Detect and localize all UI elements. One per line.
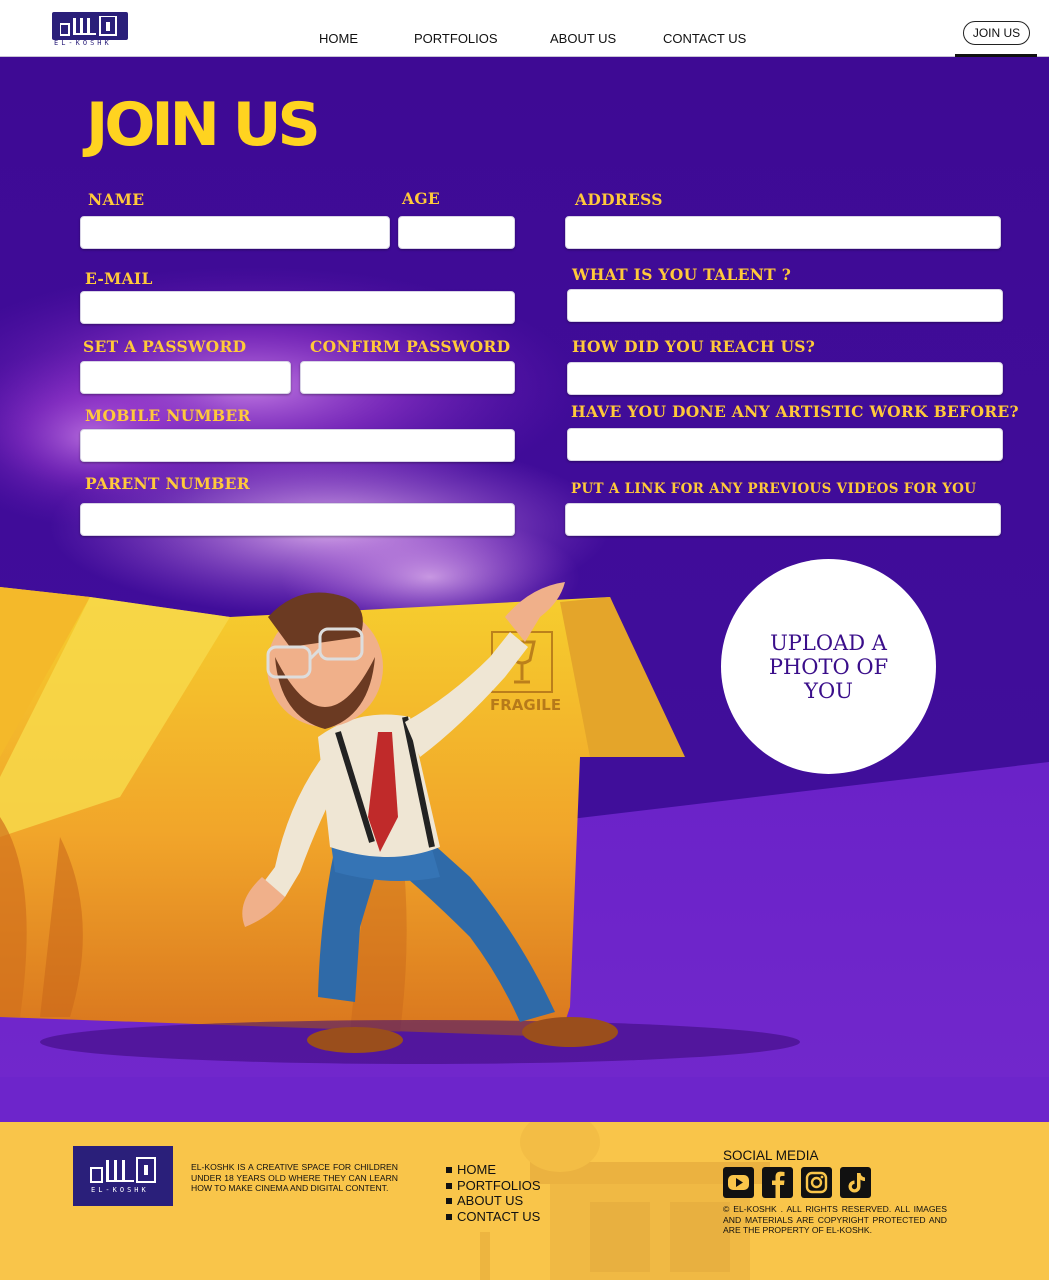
nav-about-us[interactable]: ABOUT US: [550, 31, 616, 46]
artistic-work-label: HAVE YOU DONE ANY ARTISTIC WORK BEFORE?: [571, 402, 1019, 421]
parent-number-label: PARENT NUMBER: [85, 474, 250, 493]
upload-photo-button[interactable]: UPLOAD A PHOTO OF YOU: [721, 559, 936, 774]
social-icons: [723, 1167, 871, 1198]
email-input[interactable]: [80, 291, 515, 324]
address-input[interactable]: [565, 216, 1001, 249]
mobile-input[interactable]: [80, 429, 515, 462]
instagram-icon[interactable]: [801, 1167, 832, 1198]
parent-number-input[interactable]: [80, 503, 515, 536]
footer-nav-portfolios[interactable]: PORTFOLIOS: [446, 1178, 541, 1194]
footer-about-text: EL-KOSHK IS A CREATIVE SPACE FOR CHILDRE…: [191, 1162, 398, 1193]
address-label: ADDRESS: [575, 190, 663, 209]
password-label: SET A PASSWORD: [83, 337, 247, 356]
fragile-stamp-text: FRAGILE: [490, 696, 561, 714]
youtube-icon[interactable]: [723, 1167, 754, 1198]
age-input[interactable]: [398, 216, 515, 249]
nav-home[interactable]: HOME: [319, 31, 358, 46]
footer-nav-about-us[interactable]: ABOUT US: [446, 1193, 541, 1209]
mobile-label: MOBILE NUMBER: [85, 406, 251, 425]
footer-nav-home[interactable]: HOME: [446, 1162, 541, 1178]
age-label: AGE: [402, 189, 440, 208]
password-input[interactable]: [80, 361, 291, 394]
reach-label: HOW DID YOU REACH US?: [572, 337, 816, 356]
site-footer: EL-KOSHK EL-KOSHK IS A CREATIVE SPACE FO…: [0, 1122, 1049, 1280]
logo-wordmark: EL-KOSHK: [54, 39, 112, 47]
tiktok-icon[interactable]: [840, 1167, 871, 1198]
confirm-password-label: CONFIRM PASSWORD: [310, 337, 511, 356]
reach-input[interactable]: [567, 362, 1003, 395]
videos-link-input[interactable]: [565, 503, 1001, 536]
name-label: NAME: [88, 190, 145, 209]
facebook-icon[interactable]: [762, 1167, 793, 1198]
join-us-section: FRAGILE JOIN US NAME AGE E-MAIL SET A PA…: [0, 57, 1049, 1122]
footer-nav-contact-us[interactable]: CONTACT US: [446, 1209, 541, 1225]
footer-logo-wordmark: EL-KOSHK: [91, 1186, 149, 1194]
page-title: JOIN US: [86, 90, 321, 160]
name-input[interactable]: [80, 216, 390, 249]
confirm-password-input[interactable]: [300, 361, 515, 394]
logo-mark: [52, 12, 128, 40]
upload-photo-label: UPLOAD A PHOTO OF YOU: [768, 630, 889, 703]
copyright-text: © EL-KOSHK . ALL RIGHTS RESERVED. ALL IM…: [723, 1204, 947, 1235]
videos-link-label: PUT A LINK FOR ANY PREVIOUS VIDEOS FOR Y…: [571, 481, 977, 497]
artistic-work-input[interactable]: [567, 428, 1003, 461]
footer-nav: HOME PORTFOLIOS ABOUT US CONTACT US: [446, 1162, 541, 1225]
email-label: E-MAIL: [85, 269, 153, 288]
talent-label: WHAT IS YOU TALENT ?: [572, 265, 792, 284]
site-logo[interactable]: EL-KOSHK: [52, 12, 130, 48]
site-header: EL-KOSHK HOME PORTFOLIOS ABOUT US CONTAC…: [0, 0, 1049, 58]
join-us-button[interactable]: JOIN US: [963, 21, 1030, 45]
footer-logo[interactable]: EL-KOSHK: [73, 1146, 173, 1206]
talent-input[interactable]: [567, 289, 1003, 322]
nav-portfolios[interactable]: PORTFOLIOS: [414, 31, 498, 46]
nav-contact-us[interactable]: CONTACT US: [663, 31, 746, 46]
social-media-title: SOCIAL MEDIA: [723, 1148, 819, 1163]
